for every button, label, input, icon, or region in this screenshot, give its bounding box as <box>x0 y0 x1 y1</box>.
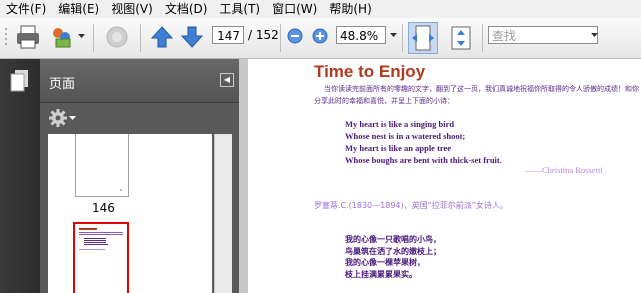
menu-help[interactable]: 帮助(H) <box>323 0 377 18</box>
document-intro: 当你读读完前面所有的零趣的文字，翻到了这一页，我们真诚地祝福你所取得的令人骄傲的… <box>314 85 639 105</box>
menu-document[interactable]: 文档(D) <box>159 0 214 18</box>
document-page: Time to Enjoy 当你读读完前面所有的零趣的文字，翻到了这一页，我们真… <box>239 59 641 293</box>
toolbar-grip-icon <box>5 28 7 45</box>
thumbnails-scrollbar[interactable] <box>214 134 232 293</box>
search-input[interactable]: 查找 <box>488 26 598 44</box>
toolbar: 147 / 152 48.8% 查找 <box>0 18 641 59</box>
pages-panel: 页面 ◀ 146 <box>40 59 239 293</box>
poem-line: Whose nest is in a watered shoot; <box>345 131 466 141</box>
zoom-out-icon[interactable] <box>287 28 303 44</box>
poem-line: 枝上挂满累累果实。 <box>345 269 417 279</box>
options-dropdown-icon[interactable] <box>69 116 76 121</box>
document-gutter <box>239 59 248 293</box>
poem-line: My heart is like an apple tree <box>345 143 452 153</box>
menu-view[interactable]: 视图(V) <box>105 0 159 18</box>
gear-icon[interactable] <box>49 109 67 127</box>
page-thumbnail-147-selected[interactable] <box>73 222 129 293</box>
page-thumbnail-146[interactable] <box>75 134 129 197</box>
pages-panel-title: 页面 <box>49 77 76 92</box>
full-screen-icon[interactable] <box>448 24 474 52</box>
menu-edit[interactable]: 编辑(E) <box>52 0 105 18</box>
chevron-down-icon[interactable] <box>78 34 85 39</box>
document-title: Time to Enjoy <box>314 62 426 81</box>
pages-panel-header: 页面 ◀ <box>40 59 239 103</box>
poem-author: ——Christina Rossetti <box>525 165 603 175</box>
menu-window[interactable]: 窗口(W) <box>266 0 323 18</box>
next-page-icon[interactable] <box>181 26 203 48</box>
menu-bar: 文件(F) 编辑(E) 视图(V) 文档(D) 工具(T) 窗口(W) 帮助(H… <box>0 0 641 18</box>
page-thumbnail-label: 146 <box>92 201 115 215</box>
disabled-tool-icon <box>106 26 128 48</box>
collapse-panel-button[interactable]: ◀ <box>220 73 234 87</box>
zoom-level-select[interactable]: 48.8% <box>336 26 386 44</box>
poem-english: My heart is like a singing bird Whose ne… <box>345 118 502 166</box>
poem-line: My heart is like a singing bird <box>345 119 455 129</box>
author-note: 罗塞蒂.C.(1830—1894)，英国“拉菲尔前派”女诗人。 <box>314 201 508 210</box>
page-number-input[interactable]: 147 <box>212 26 244 44</box>
menu-tools[interactable]: 工具(T) <box>213 0 266 18</box>
fit-width-icon <box>412 25 434 51</box>
poem-line: 鸟巢筑在洒了水的嫩枝上； <box>345 246 441 256</box>
pages-panel-icon[interactable] <box>10 69 30 93</box>
page-total-label: / 152 <box>248 28 279 42</box>
menu-file[interactable]: 文件(F) <box>0 0 52 18</box>
navigation-tab-strip <box>0 59 40 293</box>
poem-line: 我的心像一只歌唱的小鸟， <box>345 235 441 244</box>
poem-line: Whose boughs are bent with thick-set fru… <box>345 155 502 165</box>
zoom-dropdown-icon[interactable] <box>390 33 397 38</box>
print-icon[interactable] <box>15 24 41 50</box>
collaborate-icon[interactable] <box>50 25 74 49</box>
zoom-in-icon[interactable] <box>312 28 328 44</box>
search-dropdown-icon[interactable] <box>591 33 598 38</box>
fit-width-button[interactable] <box>408 22 438 54</box>
page-thumbnails-list: 146 <box>48 134 212 293</box>
poem-line: 我的心像一棵苹果树， <box>345 258 425 267</box>
previous-page-icon[interactable] <box>151 26 173 48</box>
poem-chinese: 我的心像一只歌唱的小鸟， 鸟巢筑在洒了水的嫩枝上； 我的心像一棵苹果树， 枝上挂… <box>345 234 441 280</box>
